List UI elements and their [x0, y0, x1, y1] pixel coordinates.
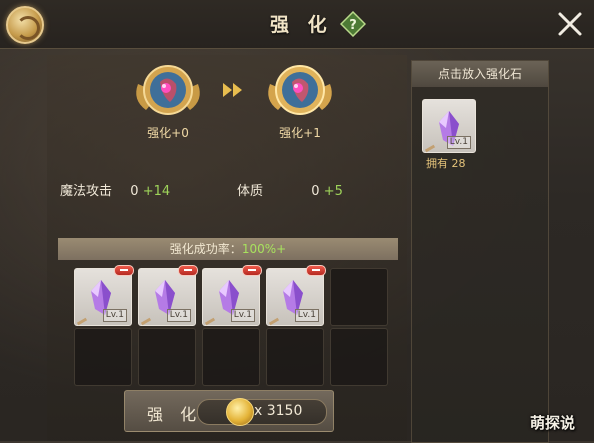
enhance-button-label: 强 化 — [147, 405, 203, 424]
stat-name: 体质 — [237, 184, 264, 199]
stone-panel: 点击放入强化石 Lv.1 拥有 28 — [411, 60, 549, 443]
stone-level: Lv.1 — [446, 136, 471, 149]
close-icon[interactable] — [556, 10, 584, 38]
wood-stick-icon — [76, 317, 88, 326]
double-arrow-icon — [223, 83, 242, 97]
material-slot-1[interactable]: Lv.1 — [74, 265, 134, 326]
material-slot-4[interactable]: Lv.1 — [266, 265, 326, 326]
wood-stick-icon — [424, 144, 436, 153]
material-level: Lv.1 — [102, 309, 127, 322]
material-level: Lv.1 — [166, 309, 191, 322]
wood-stick-icon — [204, 317, 216, 326]
next-level-label: 强化+1 — [279, 126, 321, 140]
enhance-stone-item[interactable]: Lv.1 — [422, 99, 476, 153]
material-slot-8[interactable] — [202, 328, 260, 386]
cost-display: x 3150 — [197, 398, 327, 426]
menu-emblem-icon[interactable] — [6, 6, 44, 44]
stat-base: 0 — [311, 184, 320, 199]
help-diamond-icon[interactable]: ? — [340, 11, 366, 37]
current-level-label: 强化+0 — [147, 126, 189, 140]
stat-magic-attack: 魔法攻击 0 +14 — [60, 180, 170, 199]
remove-material-button[interactable] — [242, 265, 262, 276]
remove-material-button[interactable] — [114, 265, 134, 276]
cost-value: x 3150 — [254, 403, 303, 419]
material-level: Lv.1 — [294, 309, 319, 322]
material-slot-3[interactable]: Lv.1 — [202, 265, 262, 326]
page-title: 强 化 — [270, 14, 333, 36]
remove-material-button[interactable] — [306, 265, 326, 276]
stone-panel-header: 点击放入强化石 — [412, 61, 548, 87]
stat-bonus: +5 — [323, 184, 343, 199]
material-level: Lv.1 — [230, 309, 255, 322]
gold-coin-icon — [226, 398, 254, 426]
success-rate-value: 100%+ — [241, 242, 287, 256]
wood-stick-icon — [140, 317, 152, 326]
next-amulet-icon — [268, 65, 332, 115]
success-rate-label: 强化成功率： — [169, 242, 242, 256]
material-slot-2[interactable]: Lv.1 — [138, 265, 198, 326]
stone-owned-count: 拥有 28 — [426, 157, 466, 170]
watermark-text: 萌探说 — [530, 414, 576, 432]
material-slot-10[interactable] — [330, 328, 388, 386]
stat-base: 0 — [130, 184, 139, 199]
material-slot-6[interactable] — [74, 328, 132, 386]
material-slot-grid: Lv.1 Lv.1 Lv.1 Lv.1 — [70, 264, 396, 386]
stat-name: 魔法攻击 — [60, 184, 113, 199]
svg-text:?: ? — [349, 18, 357, 33]
material-slot-9[interactable] — [266, 328, 324, 386]
enhance-button[interactable]: 强 化 x 3150 — [124, 390, 334, 432]
material-slot-5[interactable] — [330, 268, 388, 326]
current-amulet-icon — [136, 65, 200, 115]
stat-constitution: 体质 0 +5 — [237, 180, 343, 199]
top-bar: 强 化 ? — [0, 0, 594, 49]
success-rate-bar: 强化成功率：100%+ — [58, 238, 398, 260]
wood-stick-icon — [268, 317, 280, 326]
stat-bonus: +14 — [142, 184, 171, 199]
remove-material-button[interactable] — [178, 265, 198, 276]
material-slot-7[interactable] — [138, 328, 196, 386]
